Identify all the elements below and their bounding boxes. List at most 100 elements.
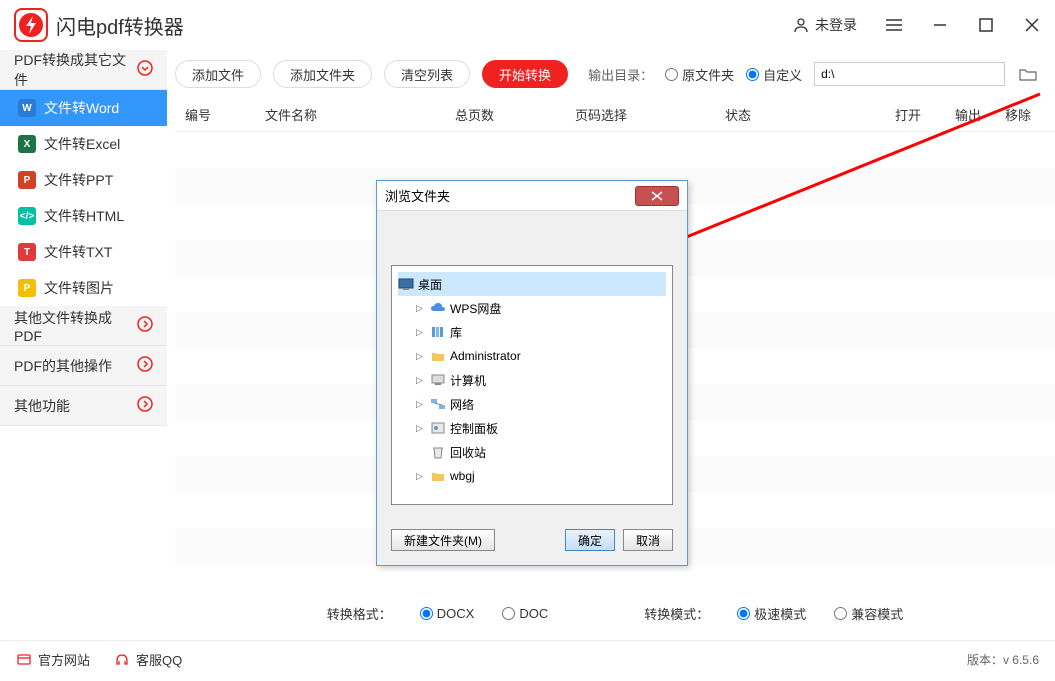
recycle-bin-icon	[430, 445, 446, 459]
folder-tree[interactable]: 桌面 ▷WPS网盘 ▷库 ▷Administrator ▷计算机 ▷网络 ▷控制…	[391, 265, 673, 505]
login-button[interactable]: 未登录	[793, 15, 857, 35]
sidebar-item-html[interactable]: </> 文件转HTML	[0, 198, 167, 234]
tree-item-wbgj[interactable]: ▷wbgj	[398, 464, 666, 488]
tree-item-network[interactable]: ▷网络	[398, 392, 666, 416]
qq-support-link[interactable]: 客服QQ	[114, 650, 182, 669]
maximize-button[interactable]	[977, 16, 995, 34]
group-label: PDF的其他操作	[14, 356, 112, 376]
dialog-close-button[interactable]	[635, 186, 679, 206]
toolbar: 添加文件 添加文件夹 清空列表 开始转换 输出目录： 原文件夹 自定义	[175, 50, 1055, 98]
globe-icon	[16, 652, 32, 668]
computer-icon	[430, 373, 446, 387]
start-convert-button[interactable]: 开始转换	[482, 60, 568, 88]
app-logo-icon	[14, 8, 48, 42]
expand-icon[interactable]: ▷	[416, 423, 426, 434]
version-text: 版本：v 6.5.6	[967, 651, 1039, 668]
footer: 官方网站 客服QQ 版本：v 6.5.6	[0, 640, 1055, 678]
word-icon: W	[18, 99, 36, 117]
headset-icon	[114, 652, 130, 668]
sidebar-item-label: 文件转PPT	[44, 170, 113, 190]
radio-docx[interactable]: DOCX	[420, 606, 475, 621]
expand-icon[interactable]: ▷	[416, 351, 426, 362]
bottom-options: 转换格式： DOCX DOC 转换模式： 极速模式 兼容模式	[175, 586, 1055, 640]
sidebar-item-label: 文件转TXT	[44, 242, 112, 262]
sidebar-item-label: 文件转Word	[44, 98, 119, 118]
dialog-title: 浏览文件夹	[385, 186, 450, 205]
ok-button[interactable]: 确定	[565, 529, 615, 551]
tree-item-library[interactable]: ▷库	[398, 320, 666, 344]
expand-icon[interactable]: ▷	[416, 303, 426, 314]
add-file-button[interactable]: 添加文件	[175, 60, 261, 88]
cancel-button[interactable]: 取消	[623, 529, 673, 551]
desktop-icon	[398, 277, 414, 291]
control-panel-icon	[430, 421, 446, 435]
expand-icon[interactable]: ▷	[416, 375, 426, 386]
col-name: 文件名称	[265, 105, 455, 124]
col-remove: 移除	[1005, 105, 1055, 124]
mode-label: 转换模式：	[644, 604, 709, 623]
output-path-input[interactable]	[814, 62, 1005, 86]
menu-button[interactable]	[885, 16, 903, 34]
expand-icon[interactable]: ▷	[416, 471, 426, 482]
user-icon	[793, 17, 809, 33]
col-output: 输出	[955, 105, 1005, 124]
col-pages: 总页数	[455, 105, 575, 124]
ppt-icon: P	[18, 171, 36, 189]
html-icon: </>	[18, 207, 36, 225]
close-button[interactable]	[1023, 16, 1041, 34]
sidebar-group-pdf-to-other[interactable]: PDF转换成其它文件	[0, 50, 167, 90]
user-folder-icon	[430, 349, 446, 363]
sidebar-item-label: 文件转图片	[44, 278, 114, 298]
col-status: 状态	[725, 105, 895, 124]
cloud-icon	[430, 301, 446, 315]
dialog-titlebar: 浏览文件夹	[377, 181, 687, 211]
tree-item-wps[interactable]: ▷WPS网盘	[398, 296, 666, 320]
col-range: 页码选择	[575, 105, 725, 124]
browse-folder-dialog: 浏览文件夹 桌面 ▷WPS网盘 ▷库 ▷Administrator ▷计算机 ▷…	[376, 180, 688, 566]
excel-icon: X	[18, 135, 36, 153]
group-label: 其他文件转换成PDF	[14, 308, 137, 344]
group-label: 其他功能	[14, 396, 70, 416]
sidebar-group-pdf-other-ops[interactable]: PDF的其他操作	[0, 346, 167, 386]
titlebar: 闪电pdf转换器 未登录	[0, 0, 1055, 50]
expand-icon[interactable]: ▷	[416, 399, 426, 410]
output-dir-label: 输出目录：	[588, 65, 653, 84]
app-title: 闪电pdf转换器	[56, 11, 184, 40]
tree-item-control-panel[interactable]: ▷控制面板	[398, 416, 666, 440]
radio-compat-mode[interactable]: 兼容模式	[834, 604, 903, 623]
tree-item-computer[interactable]: ▷计算机	[398, 368, 666, 392]
sidebar-item-excel[interactable]: X 文件转Excel	[0, 126, 167, 162]
tree-item-desktop[interactable]: 桌面	[398, 272, 666, 296]
sidebar-item-label: 文件转HTML	[44, 206, 124, 226]
sidebar-item-word[interactable]: W 文件转Word	[0, 90, 167, 126]
new-folder-button[interactable]: 新建文件夹(M)	[391, 529, 495, 551]
browse-folder-button[interactable]	[1017, 63, 1039, 85]
radio-doc[interactable]: DOC	[502, 606, 548, 621]
sidebar-item-image[interactable]: P 文件转图片	[0, 270, 167, 306]
sidebar-group-other-to-pdf[interactable]: 其他文件转换成PDF	[0, 306, 167, 346]
expand-icon[interactable]: ▷	[416, 327, 426, 338]
minimize-button[interactable]	[931, 16, 949, 34]
tree-item-recycle[interactable]: 回收站	[398, 440, 666, 464]
sidebar-item-ppt[interactable]: P 文件转PPT	[0, 162, 167, 198]
library-icon	[430, 325, 446, 339]
tree-item-admin[interactable]: ▷Administrator	[398, 344, 666, 368]
radio-fast-mode[interactable]: 极速模式	[737, 604, 806, 623]
radio-custom-folder[interactable]: 自定义	[746, 65, 802, 84]
radio-source-folder[interactable]: 原文件夹	[665, 65, 734, 84]
group-label: PDF转换成其它文件	[14, 50, 137, 90]
login-label: 未登录	[815, 15, 857, 35]
chevron-right-icon	[137, 356, 153, 375]
add-folder-button[interactable]: 添加文件夹	[273, 60, 372, 88]
image-icon: P	[18, 279, 36, 297]
official-site-link[interactable]: 官方网站	[16, 650, 90, 669]
sidebar-item-label: 文件转Excel	[44, 134, 120, 154]
sidebar-item-txt[interactable]: T 文件转TXT	[0, 234, 167, 270]
sidebar: PDF转换成其它文件 W 文件转Word X 文件转Excel P 文件转PPT </…	[0, 50, 167, 640]
clear-list-button[interactable]: 清空列表	[384, 60, 470, 88]
folder-icon	[430, 469, 446, 483]
format-label: 转换格式：	[327, 604, 392, 623]
txt-icon: T	[18, 243, 36, 261]
sidebar-group-other-functions[interactable]: 其他功能	[0, 386, 167, 426]
col-open: 打开	[895, 105, 955, 124]
